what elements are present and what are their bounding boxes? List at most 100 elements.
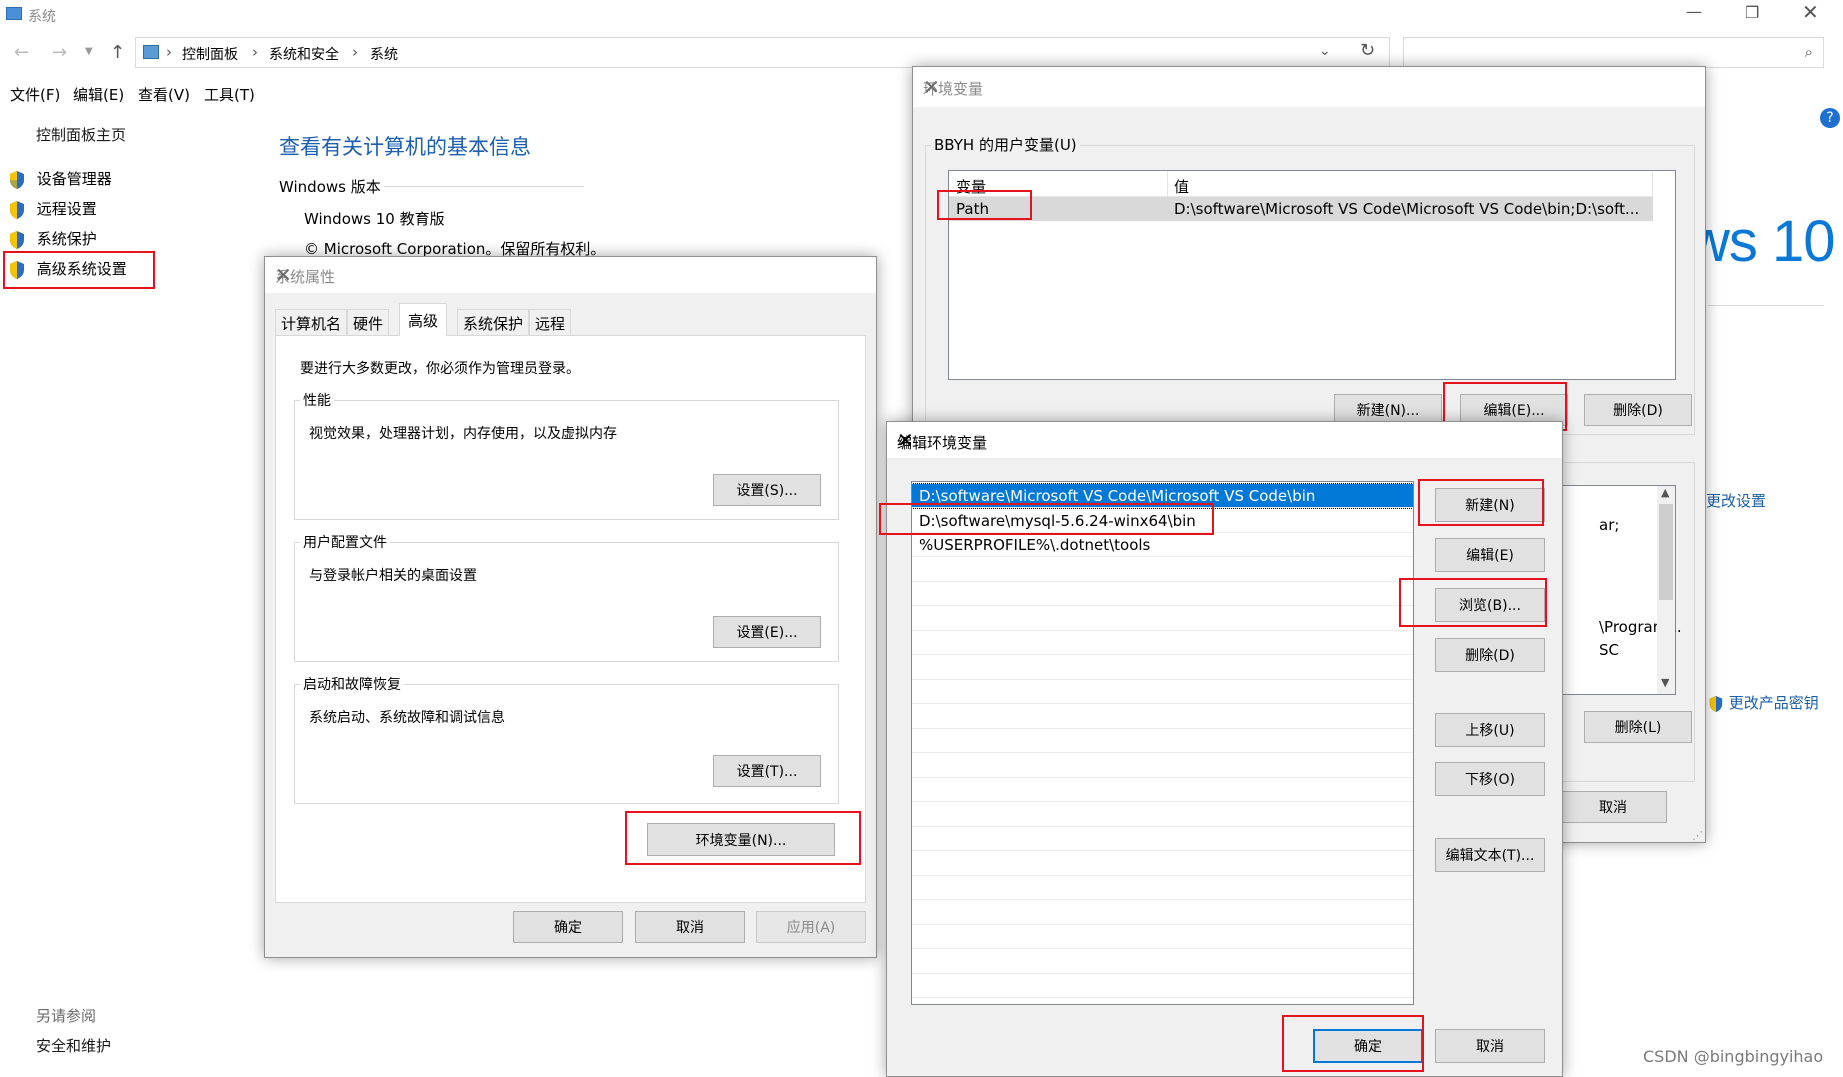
resize-grip-icon[interactable]: ⋰ [1692, 829, 1703, 842]
delete-entry-button[interactable]: 删除(D) [1435, 638, 1545, 672]
column-header-value[interactable]: 值 [1174, 176, 1189, 197]
close-icon[interactable]: ✕ [1802, 0, 1819, 24]
new-entry-button[interactable]: 新建(N) [1435, 488, 1545, 522]
environment-variables-button[interactable]: 环境变量(N)... [647, 823, 835, 856]
edit-entry-button[interactable]: 编辑(E) [1435, 538, 1545, 572]
divider [1708, 305, 1824, 306]
edit-environment-variable-dialog: 编辑环境变量 ✕ D:\software\Microsoft VS Code\M… [886, 421, 1563, 1077]
table-cell-value: D:\software\Microsoft VS Code\Microsoft … [1174, 200, 1640, 218]
path-entry-empty[interactable] [912, 607, 1413, 631]
user-variables-table[interactable]: 变量 值 Path D:\software\Microsoft VS Code\… [948, 170, 1676, 380]
change-settings-link[interactable]: 更改设置 [1706, 490, 1766, 511]
user-profile-settings-button[interactable]: 设置(E)... [713, 616, 821, 648]
refresh-icon[interactable]: ↻ [1360, 40, 1375, 61]
path-entry-empty[interactable] [912, 901, 1413, 925]
sidebar-item-system-protection[interactable]: 系统保护 [8, 228, 97, 250]
env-cancel-button[interactable]: 取消 [1559, 791, 1667, 823]
tab-advanced[interactable]: 高级 [399, 303, 448, 336]
path-entry-empty[interactable] [912, 582, 1413, 606]
breadcrumb-item[interactable]: 控制面板 [182, 44, 238, 64]
performance-group: 性能 视觉效果，处理器计划，内存使用，以及虚拟内存 设置(S)... [294, 390, 839, 520]
scroll-down-icon[interactable]: ▼ [1661, 676, 1669, 689]
browse-button[interactable]: 浏览(B)... [1435, 588, 1545, 622]
path-entry-empty[interactable] [912, 876, 1413, 900]
breadcrumb-item[interactable]: 系统和安全 [269, 44, 339, 64]
user-profile-desc: 与登录帐户相关的桌面设置 [309, 568, 477, 584]
startup-settings-button[interactable]: 设置(T)... [713, 755, 821, 787]
system-window-icon [6, 7, 22, 20]
address-bar[interactable]: › 控制面板 › 系统和安全 › 系统 ⌄ [135, 37, 1390, 68]
breadcrumb-sep-icon: › [252, 43, 258, 61]
apply-button[interactable]: 应用(A) [756, 911, 866, 943]
path-entry-empty[interactable] [912, 754, 1413, 778]
system-properties-dialog: 系统属性 ✕ 计算机名 硬件 高级 系统保护 远程 要进行大多数更改，你必须作为… [264, 256, 877, 958]
move-up-button[interactable]: 上移(U) [1435, 713, 1545, 747]
search-input[interactable]: ⌕ [1403, 37, 1824, 68]
performance-settings-button[interactable]: 设置(S)... [713, 474, 821, 506]
menu-edit[interactable]: 编辑(E) [73, 84, 124, 105]
path-entry[interactable]: %USERPROFILE%\.dotnet\tools [912, 533, 1413, 557]
windows-edition-value: Windows 10 教育版 [304, 210, 445, 228]
breadcrumb-item[interactable]: 系统 [370, 44, 398, 64]
nav-back-icon[interactable]: ← [14, 42, 29, 63]
see-also-link[interactable]: 安全和维护 [36, 1035, 111, 1056]
see-also-title: 另请参阅 [36, 1007, 97, 1025]
scrollbar[interactable]: ▲ ▼ [1657, 486, 1675, 694]
close-icon[interactable]: ✕ [923, 75, 1691, 99]
path-entry-empty[interactable] [912, 680, 1413, 704]
delete-system-variable-button[interactable]: 删除(L) [1584, 711, 1692, 743]
sidebar-item-advanced-settings[interactable]: 高级系统设置 [8, 258, 127, 280]
user-variables-label: BBYH 的用户变量(U) [931, 134, 1080, 155]
scrollbar[interactable] [1826, 70, 1843, 1077]
search-icon: ⌕ [1804, 43, 1813, 61]
cancel-button[interactable]: 取消 [635, 911, 745, 943]
path-entry-empty[interactable] [912, 656, 1413, 680]
tab-system-protection[interactable]: 系统保护 [457, 309, 530, 335]
path-entry-empty[interactable] [912, 974, 1413, 998]
sidebar-item-remote-settings[interactable]: 远程设置 [8, 198, 97, 220]
path-entry-empty[interactable] [912, 705, 1413, 729]
path-entry-empty[interactable] [912, 778, 1413, 802]
tab-remote[interactable]: 远程 [529, 309, 572, 335]
divider [384, 186, 584, 187]
path-entry-empty[interactable] [912, 558, 1413, 582]
menu-file[interactable]: 文件(F) [10, 84, 60, 105]
move-down-button[interactable]: 下移(O) [1435, 762, 1545, 796]
restore-icon[interactable]: ❐ [1745, 3, 1759, 22]
close-icon[interactable]: ✕ [275, 263, 862, 287]
minimize-icon[interactable]: — [1686, 2, 1702, 21]
divider [1167, 171, 1168, 197]
sidebar-home-link[interactable]: 控制面板主页 [36, 124, 126, 145]
scroll-up-icon[interactable]: ▲ [1661, 486, 1669, 499]
tab-hardware[interactable]: 硬件 [347, 309, 390, 335]
path-entry-empty[interactable] [912, 852, 1413, 876]
table-row[interactable]: Path D:\software\Microsoft VS Code\Micro… [949, 197, 1653, 221]
chevron-down-icon[interactable]: ⌄ [1319, 43, 1331, 59]
path-entry[interactable]: D:\software\mysql-5.6.24-winx64\bin [912, 509, 1413, 533]
ok-button[interactable]: 确定 [513, 911, 623, 943]
cancel-button[interactable]: 取消 [1435, 1029, 1545, 1063]
scroll-thumb[interactable] [1659, 504, 1673, 600]
menu-view[interactable]: 查看(V) [138, 84, 190, 105]
path-entry-empty[interactable] [912, 827, 1413, 851]
delete-user-variable-button[interactable]: 删除(D) [1584, 394, 1692, 426]
column-header-variable[interactable]: 变量 [956, 176, 986, 197]
path-entry[interactable]: D:\software\Microsoft VS Code\Microsoft … [912, 483, 1413, 509]
tab-computer-name[interactable]: 计算机名 [275, 309, 348, 335]
ok-button[interactable]: 确定 [1313, 1029, 1423, 1063]
menu-tools[interactable]: 工具(T) [204, 84, 255, 105]
nav-forward-icon[interactable]: → [52, 42, 67, 63]
close-icon[interactable]: ✕ [897, 428, 1550, 452]
path-entry-empty[interactable] [912, 950, 1413, 974]
nav-up-icon[interactable]: ↑ [110, 42, 125, 63]
nav-recent-icon[interactable]: ▼ [85, 46, 93, 57]
change-product-key-link[interactable]: 更改产品密钥 [1708, 692, 1819, 713]
path-entry-empty[interactable] [912, 631, 1413, 655]
path-entry-empty[interactable] [912, 803, 1413, 827]
sidebar-item-device-manager[interactable]: 设备管理器 [8, 168, 112, 190]
path-entry-empty[interactable] [912, 729, 1413, 753]
sidebar-item-label: 高级系统设置 [36, 260, 127, 278]
path-entries-list[interactable]: D:\software\Microsoft VS Code\Microsoft … [911, 481, 1414, 1005]
path-entry-empty[interactable] [912, 925, 1413, 949]
edit-text-button[interactable]: 编辑文本(T)... [1435, 838, 1545, 872]
